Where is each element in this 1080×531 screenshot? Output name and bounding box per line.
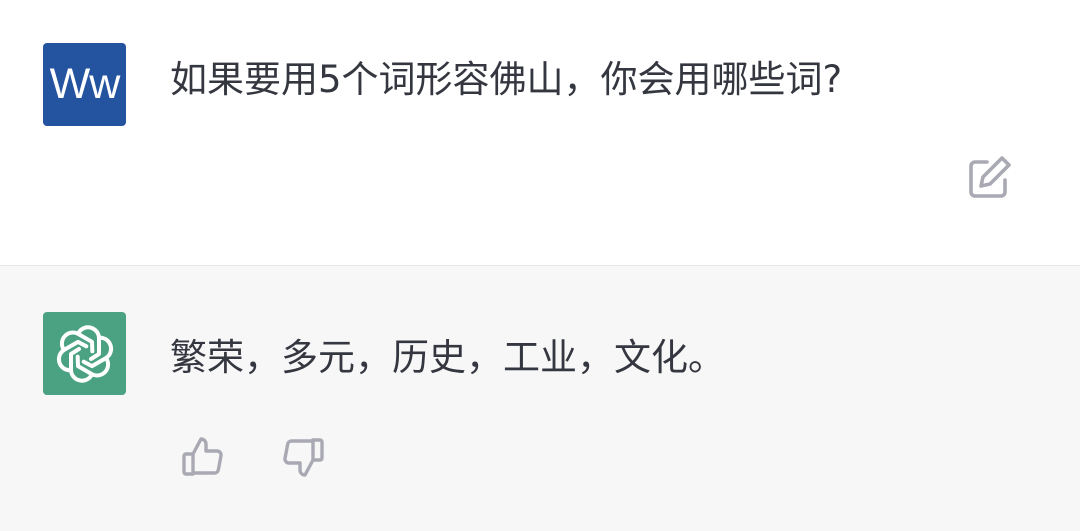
- user-avatar: Ww: [43, 43, 126, 126]
- user-message-text: 如果要用5个词形容佛山，你会用哪些词?: [170, 58, 843, 101]
- user-message-row: Ww 如果要用5个词形容佛山，你会用哪些词?: [0, 0, 1080, 265]
- edit-icon[interactable]: [966, 154, 1014, 200]
- assistant-message-row: 繁荣，多元，历史，工业，文化。: [0, 266, 1080, 531]
- openai-logo-icon: [43, 312, 126, 395]
- chat-page: Ww 如果要用5个词形容佛山，你会用哪些词? 繁荣，多元，历史，工业，文化。: [0, 0, 1080, 531]
- assistant-message-text: 繁荣，多元，历史，工业，文化。: [170, 336, 725, 379]
- thumbs-down-icon[interactable]: [280, 434, 326, 480]
- thumbs-up-icon[interactable]: [180, 434, 226, 480]
